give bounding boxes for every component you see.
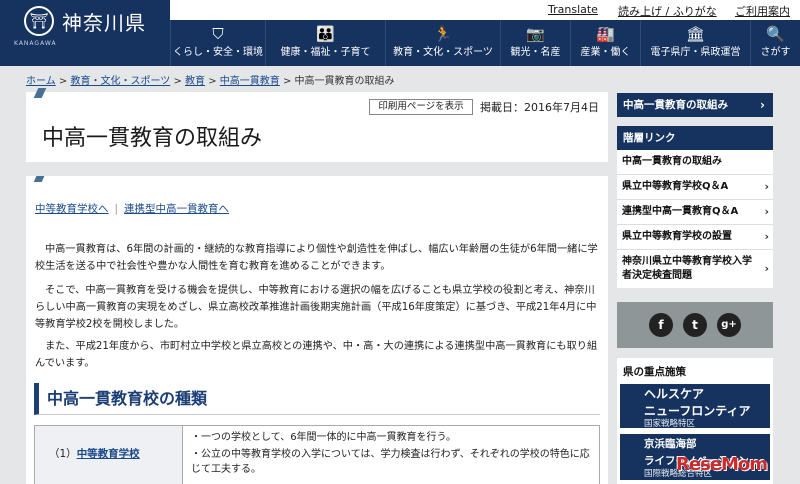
- page-title: 中高一貫教育の取組み: [42, 126, 263, 151]
- sidebar-item-label: 中高一貫教育の取組み: [622, 156, 722, 167]
- nav-item-label: 電子県庁・県政運営: [650, 47, 741, 58]
- sidebar-current-label: 中高一貫教育の取組み: [623, 99, 728, 111]
- runner-icon: 🏃: [433, 25, 453, 43]
- sidebar-item-0[interactable]: 中高一貫教育の取組み: [617, 150, 773, 174]
- watermark-logo: ReseMom: [676, 454, 768, 475]
- read-aloud-link[interactable]: 読み上げ / ふりがな: [618, 3, 717, 19]
- main-content: 中等教育学校へ | 連携型中高一貫教育へ 中高一貫教育は、6年間の計画的・継続的な教…: [26, 176, 608, 484]
- banner-line: ヘルスケア: [644, 387, 705, 401]
- translate-link[interactable]: Translate: [548, 3, 598, 16]
- shield-icon: ⛉: [212, 25, 224, 43]
- banner-sub: 国家戦略特区: [644, 419, 696, 429]
- breadcrumb: ホーム > 教育・文化・スポーツ > 教育 > 中高一貫教育 > 中高一貫教育の…: [26, 72, 395, 87]
- link-renkei[interactable]: 連携型中高一貫教育へ: [124, 203, 229, 215]
- table-row-body: ・一つの学校として、6年間一体的に中高一貫教育を行う。 ・公立の中等教育学校の入…: [185, 426, 599, 483]
- healthcare-banner[interactable]: ヘルスケア ニューフロンティア 国家戦略特区: [620, 384, 770, 429]
- row-number: （1）: [49, 448, 77, 460]
- nav-item-4[interactable]: 🏭 産業・働く: [570, 20, 640, 66]
- print-button[interactable]: 印刷用ページを表示: [369, 99, 473, 115]
- breadcrumb-sep: >: [55, 76, 71, 87]
- nav-item-3[interactable]: 📷 観光・名産: [500, 20, 570, 66]
- sidebar-item-3[interactable]: 県立中等教育学校の設置 ›: [617, 224, 773, 249]
- factory-icon: 🏭: [596, 25, 615, 43]
- sidebar-item-label: 県立中等教育学校の設置: [622, 231, 732, 242]
- breadcrumb-current: 中高一貫教育の取組み: [294, 76, 395, 87]
- breadcrumb-sep: >: [170, 76, 186, 87]
- nav-item-label: 観光・名産: [510, 47, 561, 58]
- nav-item-label: 健康・福祉・子育て: [280, 47, 371, 58]
- banner-line: ニューフロンティア: [644, 404, 751, 418]
- chevron-right-icon: ›: [764, 262, 769, 275]
- sidebar-item-2[interactable]: 連携型中高一貫教育Q＆A ›: [617, 199, 773, 224]
- bullet-item: ・公立の中等教育学校の入学については、学力検査は行わず、それぞれの学校の特色に応…: [191, 449, 590, 475]
- chevron-right-icon: ›: [764, 180, 769, 193]
- title-card: 印刷用ページを表示 掲載日：2016年7月4日 中高一貫教育の取組み: [26, 88, 608, 162]
- nav-item-6[interactable]: 🔍 さがす: [750, 20, 800, 66]
- camera-icon: 📷: [526, 25, 545, 43]
- nav-item-label: 教育・文化・スポーツ: [393, 47, 493, 58]
- breadcrumb-chukou[interactable]: 中高一貫教育: [220, 76, 280, 87]
- section-heading: 中高一貫教育校の種類: [34, 383, 600, 415]
- intro-paragraph-2: そこで、中高一貫教育を受ける機会を提供し、中等教育における選択の幅を広げることも…: [35, 285, 597, 330]
- logo-sub: KANAGAWA: [14, 40, 57, 47]
- breadcrumb-culture[interactable]: 教育・文化・スポーツ: [70, 76, 170, 87]
- hierarchy-links: 階層リンク 中高一貫教育の取組み 県立中等教育学校Q＆A › 連携型中高一貫教育Q…: [617, 126, 773, 288]
- anchor-links: 中等教育学校へ | 連携型中高一貫教育へ: [35, 201, 229, 216]
- nav-item-0[interactable]: ⛉ くらし・安全・環境: [170, 20, 265, 66]
- banner-line: 京浜臨海部: [644, 438, 697, 450]
- sidebar-item-1[interactable]: 県立中等教育学校Q＆A ›: [617, 174, 773, 199]
- breadcrumb-home[interactable]: ホーム: [26, 76, 56, 87]
- nav-item-5[interactable]: 🏛 電子県庁・県政運営: [640, 20, 750, 66]
- intro-paragraph-3: また、平成21年度から、市町村立中学校と県立高校との連携や、中・高・大の連携によ…: [35, 341, 598, 369]
- logo-text: 神奈川県: [62, 11, 146, 35]
- breadcrumb-education[interactable]: 教育: [185, 76, 205, 87]
- site-logo[interactable]: ⛩ 神奈川県 KANAGAWA: [0, 0, 170, 66]
- social-share: f t g+: [617, 302, 773, 348]
- googleplus-icon[interactable]: g+: [717, 313, 741, 337]
- bullet-item: ・一つの学校として、6年間一体的に中高一貫教育を行う。: [191, 432, 456, 443]
- nav-item-label: さがす: [760, 47, 791, 58]
- publish-date: 掲載日：2016年7月4日: [480, 101, 599, 114]
- sidebar-item-4[interactable]: 神奈川県立中等教育学校入学者決定検査問題 ›: [617, 249, 773, 288]
- link-chuto[interactable]: 中等教育学校へ: [35, 203, 109, 215]
- sidebar-item-label: 連携型中高一貫教育Q＆A: [622, 206, 739, 217]
- policy-title: 県の重点施策: [623, 366, 686, 378]
- nav-item-label: くらし・安全・環境: [173, 47, 263, 58]
- sidebar-current-page[interactable]: 中高一貫教育の取組み ›: [617, 93, 773, 117]
- row-head-link[interactable]: 中等教育学校: [77, 448, 140, 460]
- chevron-right-icon: ›: [764, 230, 769, 243]
- nav-item-label: 産業・働く: [580, 47, 631, 58]
- nav-item-1[interactable]: 👪 健康・福祉・子育て: [265, 20, 385, 66]
- prefecture-emblem-icon: ⛩: [24, 6, 54, 36]
- intro-paragraph-1: 中高一貫教育は、6年間の計画的・継続的な教育指導により個性や創造性を伸ばし、幅広…: [35, 244, 598, 272]
- hierarchy-heading: 階層リンク: [617, 126, 773, 150]
- search-icon: 🔍: [766, 25, 785, 43]
- breadcrumb-sep: >: [279, 76, 295, 87]
- accent-tick: [33, 176, 47, 182]
- accent-tick: [33, 88, 47, 98]
- school-type-table: （1）中等教育学校 ・一つの学校として、6年間一体的に中高一貫教育を行う。 ・公…: [34, 425, 600, 484]
- building-icon: 🏛: [685, 25, 706, 43]
- family-icon: 👪: [316, 25, 335, 43]
- guide-link[interactable]: ご利用案内: [735, 3, 790, 19]
- chevron-right-icon: ›: [760, 98, 765, 112]
- chevron-right-icon: ›: [764, 205, 769, 218]
- table-row-head: （1）中等教育学校: [35, 426, 183, 484]
- twitter-icon[interactable]: t: [683, 313, 707, 337]
- link-separator: |: [114, 203, 119, 215]
- nav-item-2[interactable]: 🏃 教育・文化・スポーツ: [385, 20, 500, 66]
- sidebar-item-label: 神奈川県立中等教育学校入学者決定検査問題: [622, 256, 752, 281]
- breadcrumb-sep: >: [205, 76, 220, 87]
- facebook-icon[interactable]: f: [649, 313, 673, 337]
- sidebar-item-label: 県立中等教育学校Q＆A: [622, 181, 729, 192]
